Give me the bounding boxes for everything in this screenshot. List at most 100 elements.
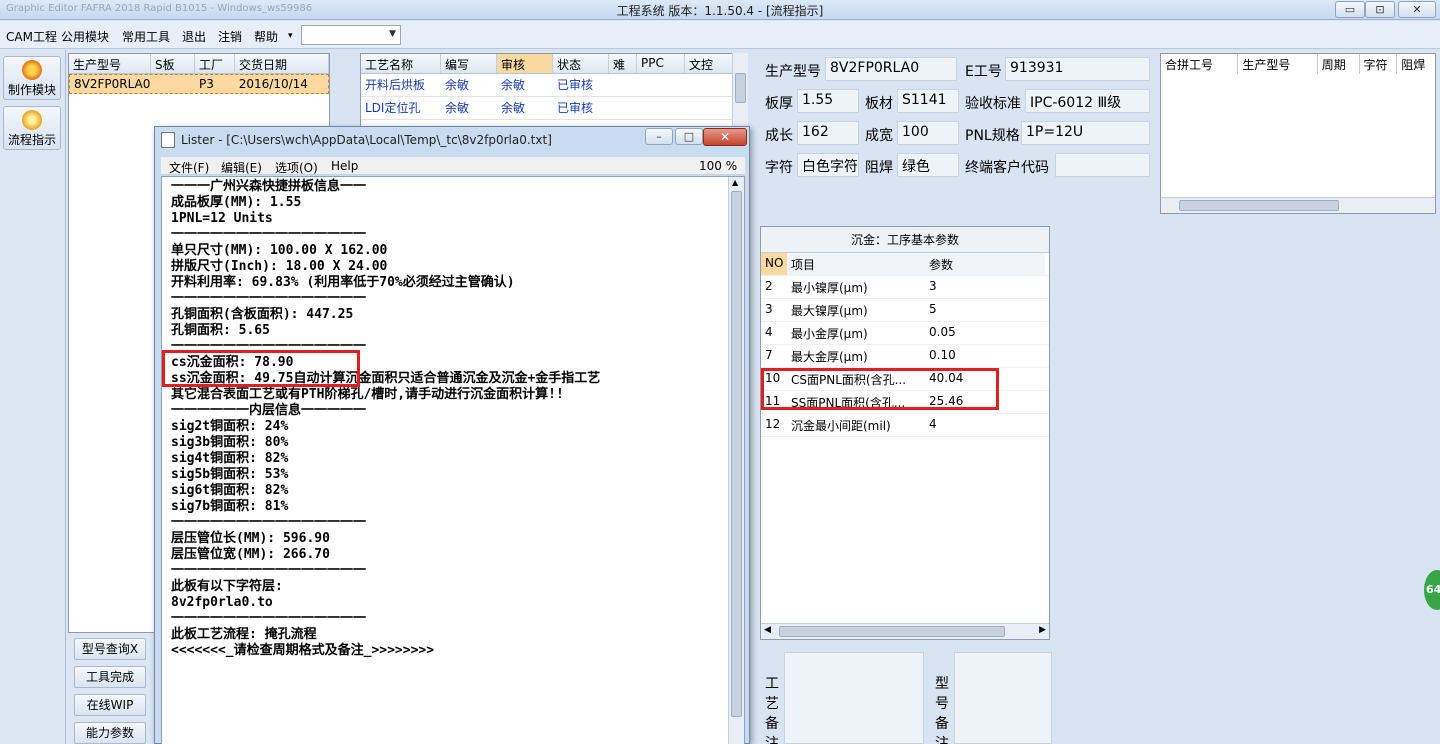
text-line: sig6t铜面积: 82%	[171, 483, 289, 498]
col-header[interactable]: S板	[151, 54, 195, 73]
prod-field[interactable]: 8V2FP0RLA0	[825, 57, 957, 81]
label-char: 备	[935, 716, 949, 732]
table-row[interactable]: 4 最小金厚(μm) 0.05	[761, 322, 1049, 345]
cell: P3	[199, 77, 214, 91]
menu-logout[interactable]: 注销	[218, 28, 242, 45]
col-header[interactable]: 交货日期	[235, 54, 329, 73]
menu-exit[interactable]: 退出	[182, 28, 206, 45]
process-remark-label: 工 艺 备 注	[764, 674, 780, 744]
text-line: sig2t铜面积: 24%	[171, 419, 289, 434]
cust-label: 终端客户代码	[965, 160, 1049, 176]
col-header[interactable]: 阻焊	[1397, 54, 1435, 74]
menu-common-modules[interactable]: 公用模块	[61, 28, 109, 45]
col-header[interactable]: 参数	[925, 253, 1045, 275]
left-action-buttons: 型号查询X 工具完成 在线WIP 能力参数	[68, 634, 152, 744]
table-row[interactable]: 开料后烘板 余敏 余敏 已审核	[361, 74, 747, 97]
lister-scrollbar[interactable]: ▲	[728, 177, 744, 744]
col-header[interactable]: 项目	[787, 253, 925, 275]
close-button[interactable]: ✕	[1398, 1, 1436, 18]
lister-close-button[interactable]: ✕	[703, 128, 747, 146]
cell: 5	[929, 302, 937, 316]
make-module-label: 制作模块	[7, 83, 56, 97]
col-header[interactable]: 难	[609, 54, 637, 73]
table-row[interactable]: 3 最大镍厚(μm) 5	[761, 299, 1049, 322]
table-row[interactable]: 12 沉金最小间距(mil) 4	[761, 414, 1049, 437]
scroll-left-icon[interactable]: ◀	[764, 625, 771, 635]
menu-tools[interactable]: 常用工具	[122, 28, 170, 45]
wid-label: 成宽	[865, 128, 893, 144]
e-field[interactable]: 913931	[1005, 57, 1150, 81]
text-line: 一一一一一一一一一一一一一一一	[171, 563, 367, 578]
text-line: 一一一一一一一一一一一一一一一	[171, 611, 367, 626]
thick-field[interactable]: 1.55	[797, 89, 859, 113]
menu-help[interactable]: 帮助	[254, 28, 278, 45]
scroll-up-icon[interactable]: ▲	[732, 178, 738, 187]
scrollbar-thumb[interactable]	[1179, 200, 1339, 211]
mask-field[interactable]: 绿色	[897, 153, 959, 177]
highlight-box	[761, 368, 999, 410]
merge-grid-hscrollbar[interactable]	[1161, 197, 1435, 213]
col-header[interactable]: 生产型号	[1238, 54, 1318, 74]
e-label: E工号	[965, 64, 1002, 80]
text-line: 层压管位宽(MM): 266.70	[171, 547, 330, 562]
model-remark-field[interactable]	[954, 652, 1052, 744]
col-header[interactable]: 合拼工号	[1161, 54, 1239, 74]
col-header[interactable]: 状态	[553, 54, 609, 73]
col-header[interactable]: 工厂	[195, 54, 235, 73]
process-remark-field[interactable]	[784, 652, 924, 744]
col-header[interactable]: NO	[761, 253, 787, 275]
pnl-field[interactable]: 1P=12U	[1021, 121, 1150, 145]
col-header[interactable]: 编写	[441, 54, 497, 73]
scrollbar-thumb[interactable]	[731, 191, 742, 717]
help-dropdown-icon[interactable]: ▾	[288, 31, 293, 41]
lister-menu-help[interactable]: Help	[331, 159, 358, 173]
capability-params-button[interactable]: 能力参数	[74, 722, 146, 744]
col-header[interactable]: 字符	[1360, 54, 1398, 74]
wid-field[interactable]: 100	[897, 121, 959, 145]
cell: 最大镍厚(μm)	[791, 304, 868, 318]
scrollbar-thumb[interactable]	[779, 626, 1005, 637]
process-params-grid[interactable]: 沉金：工序基本参数 NO 项目 参数 2 最小镍厚(μm) 3 3 最大镍厚(μm) 5…	[760, 226, 1050, 640]
model-query-button[interactable]: 型号查询X	[74, 638, 146, 660]
flow-indicate-button[interactable]: 流程指示	[3, 106, 61, 150]
tool-complete-button[interactable]: 工具完成	[74, 666, 146, 688]
scrollbar-thumb[interactable]	[735, 73, 746, 103]
char-field[interactable]: 白色字符	[797, 153, 859, 177]
merge-grid[interactable]: 合拼工号 生产型号 周期 字符 阻焊	[1160, 53, 1436, 214]
table-row[interactable]: 7 最大金厚(μm) 0.10	[761, 345, 1049, 368]
lister-maximize-button[interactable]: □	[675, 128, 703, 145]
table-row[interactable]: 8V2FP0RLA0 P3 2016/10/14	[69, 74, 329, 94]
col-header[interactable]: PPC	[637, 54, 685, 73]
make-module-button[interactable]: 制作模块	[3, 56, 61, 100]
mat-field[interactable]: S1141	[897, 89, 959, 113]
lister-text-area[interactable]: 一一一广州兴森快捷拼板信息一一 成品板厚(MM): 1.55 1PNL=12 Uni…	[161, 176, 745, 744]
product-info-panel: 生产型号 8V2FP0RLA0 E工号 913931 板厚 1.55 板材 S1…	[755, 53, 1158, 218]
text-line: 单只尺寸(MM): 100.00 X 162.00	[171, 243, 388, 258]
col-header[interactable]: 审核	[497, 54, 553, 73]
notification-badge[interactable]: 64	[1424, 570, 1440, 610]
minimize-button[interactable]: ▭	[1335, 1, 1365, 18]
toolbar-combo[interactable]: ▼	[301, 25, 401, 45]
cust-field[interactable]	[1055, 153, 1150, 177]
text-line: sig7b铜面积: 81%	[171, 499, 289, 514]
menu-cam[interactable]: CAM工程	[6, 28, 57, 45]
params-grid-hscrollbar[interactable]: ◀ ▶	[761, 623, 1049, 639]
merge-grid-header: 合拼工号 生产型号 周期 字符 阻焊	[1161, 54, 1435, 74]
lister-menu-file[interactable]: 文件(F)	[169, 159, 209, 176]
col-header[interactable]: 文控	[685, 54, 733, 73]
table-row[interactable]: 2 最小镍厚(μm) 3	[761, 276, 1049, 299]
col-header[interactable]: 生产型号	[69, 54, 151, 73]
online-wip-button[interactable]: 在线WIP	[74, 694, 146, 716]
combo-arrow-icon[interactable]: ▼	[389, 29, 396, 39]
lister-menu-edit[interactable]: 编辑(E)	[221, 159, 262, 176]
std-field[interactable]: IPC-6012 Ⅲ级	[1025, 89, 1150, 113]
scroll-right-icon[interactable]: ▶	[1039, 625, 1046, 635]
lister-menu-options[interactable]: 选项(O)	[275, 159, 318, 176]
maximize-button[interactable]: ⊡	[1365, 1, 1395, 18]
col-header[interactable]: 工艺名称	[361, 54, 441, 73]
col-header[interactable]: 周期	[1318, 54, 1360, 74]
table-row[interactable]: LDI定位孔 余敏 余敏 已审核	[361, 97, 747, 120]
cell: 3	[765, 302, 773, 316]
lister-minimize-button[interactable]: –	[645, 128, 673, 145]
len-field[interactable]: 162	[797, 121, 859, 145]
